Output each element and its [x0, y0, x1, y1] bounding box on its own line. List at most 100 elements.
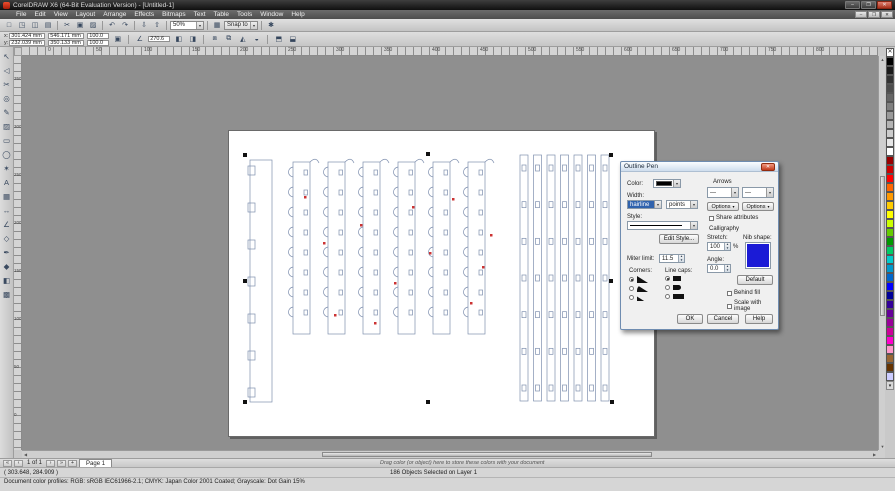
- node-mark[interactable]: [470, 302, 473, 305]
- shape-comb-strip[interactable]: [327, 161, 346, 335]
- shape-panel-slot[interactable]: [548, 164, 554, 172]
- shape-comb-hook[interactable]: [344, 158, 355, 164]
- selection-handle[interactable]: [243, 279, 247, 283]
- color-swatch[interactable]: [886, 246, 894, 255]
- shape-panel-slot[interactable]: [602, 164, 608, 172]
- shape-comb-slot[interactable]: [443, 289, 448, 296]
- shape-comb-tooth[interactable]: [428, 286, 434, 298]
- shape-comb-hook[interactable]: [414, 158, 425, 164]
- zoom-tool[interactable]: ◎: [1, 91, 13, 105]
- shape-comb-tooth[interactable]: [288, 266, 294, 278]
- shape-panel-slot[interactable]: [562, 274, 567, 282]
- shape-panel-slot[interactable]: [535, 347, 540, 355]
- export-icon[interactable]: ⇧: [151, 20, 163, 31]
- dialog-close-button[interactable]: ✕: [761, 162, 775, 171]
- print-icon[interactable]: ▤: [42, 20, 54, 31]
- selection-handle[interactable]: [426, 400, 430, 404]
- color-swatch[interactable]: [886, 201, 894, 210]
- horizontal-scroll-thumb[interactable]: [322, 452, 652, 457]
- shape-comb-tooth[interactable]: [323, 206, 329, 218]
- shape-comb-tooth[interactable]: [358, 306, 364, 318]
- shape-left-strip-notch[interactable]: [247, 387, 256, 398]
- shape-comb-slot[interactable]: [478, 169, 483, 176]
- shape-panel-slot[interactable]: [589, 274, 594, 282]
- mirror-horizontal-icon[interactable]: ◧: [173, 34, 184, 45]
- color-swatch[interactable]: [886, 255, 894, 264]
- no-color-swatch[interactable]: ✕: [886, 48, 894, 57]
- shape-comb-tooth[interactable]: [428, 206, 434, 218]
- color-swatch[interactable]: [886, 120, 894, 129]
- node-mark[interactable]: [412, 206, 415, 209]
- shape-panel-slot[interactable]: [589, 237, 594, 245]
- shape-panel-strip[interactable]: [533, 154, 542, 402]
- shape-panel-slot[interactable]: [589, 347, 594, 355]
- shape-comb-slot[interactable]: [338, 249, 343, 256]
- first-page-button[interactable]: «: [3, 459, 12, 467]
- shape-comb-hook[interactable]: [379, 158, 390, 164]
- shape-comb-slot[interactable]: [373, 289, 378, 296]
- node-mark[interactable]: [452, 198, 455, 201]
- shape-comb-slot[interactable]: [408, 309, 413, 316]
- color-swatch[interactable]: [886, 291, 894, 300]
- last-page-button[interactable]: »: [57, 459, 67, 467]
- shape-panel-slot[interactable]: [589, 384, 594, 392]
- shape-comb-slot[interactable]: [408, 189, 413, 196]
- shape-panel-slot[interactable]: [535, 201, 540, 209]
- shape-comb-slot[interactable]: [408, 209, 413, 216]
- node-mark[interactable]: [334, 314, 337, 317]
- dimension-tool[interactable]: ↔: [1, 203, 13, 217]
- shape-comb-tooth[interactable]: [393, 186, 399, 198]
- vertical-scrollbar[interactable]: ▲ ▼: [878, 56, 885, 450]
- document-restore-button[interactable]: ❐: [868, 11, 880, 18]
- shape-panel-slot[interactable]: [575, 237, 581, 245]
- snap-icon[interactable]: ▦: [211, 20, 223, 31]
- color-swatch[interactable]: [886, 156, 894, 165]
- shape-panel-slot[interactable]: [562, 237, 567, 245]
- shape-panel-slot[interactable]: [548, 347, 554, 355]
- shape-comb-slot[interactable]: [303, 289, 308, 296]
- document-minimize-button[interactable]: –: [855, 11, 867, 18]
- shape-panel-slot[interactable]: [562, 311, 567, 319]
- shape-panel-slot[interactable]: [535, 164, 540, 172]
- cap-round-option[interactable]: [665, 285, 681, 290]
- options-icon[interactable]: ✱: [265, 20, 277, 31]
- shape-comb-hook[interactable]: [484, 158, 495, 164]
- shape-panel-strip[interactable]: [573, 154, 583, 402]
- shape-comb-slot[interactable]: [373, 169, 378, 176]
- node-mark[interactable]: [304, 196, 307, 199]
- color-swatch[interactable]: [886, 75, 894, 84]
- shape-comb-tooth[interactable]: [358, 286, 364, 298]
- shape-comb-tooth[interactable]: [288, 226, 294, 238]
- node-mark[interactable]: [360, 224, 363, 227]
- node-mark[interactable]: [323, 242, 326, 245]
- shape-panel-slot[interactable]: [535, 237, 540, 245]
- cancel-button[interactable]: Cancel: [707, 314, 739, 324]
- width-field[interactable]: 546.171 mm: [48, 32, 85, 39]
- table-tool[interactable]: ▦: [1, 189, 13, 203]
- corner-miter-option[interactable]: [629, 276, 648, 283]
- spinner-arrows-icon[interactable]: ▲ ▼: [724, 243, 730, 250]
- shape-comb-strip[interactable]: [397, 161, 416, 335]
- color-swatch[interactable]: [886, 327, 894, 336]
- shape-panel-slot[interactable]: [548, 384, 554, 392]
- shape-panel-slot[interactable]: [535, 311, 540, 319]
- shape-panel-slot[interactable]: [602, 347, 608, 355]
- shape-comb-slot[interactable]: [303, 209, 308, 216]
- shape-comb-tooth[interactable]: [358, 226, 364, 238]
- shape-comb-slot[interactable]: [443, 209, 448, 216]
- node-mark[interactable]: [374, 322, 377, 325]
- spinner-arrows-icon[interactable]: ▲ ▼: [724, 265, 730, 272]
- zoom-level-select[interactable]: 50% ▾: [170, 20, 204, 30]
- default-button[interactable]: Default: [737, 275, 773, 285]
- shape-comb-slot[interactable]: [408, 249, 413, 256]
- mirror-vertical-icon[interactable]: ◨: [187, 34, 198, 45]
- shape-panel-slot[interactable]: [521, 201, 527, 209]
- style-dropdown[interactable]: ▾: [627, 221, 698, 230]
- shape-panel-slot[interactable]: [562, 201, 567, 209]
- shape-comb-tooth[interactable]: [288, 186, 294, 198]
- shape-comb-slot[interactable]: [338, 189, 343, 196]
- arrow-end-dropdown[interactable]: — ▾: [742, 187, 774, 198]
- shape-panel-slot[interactable]: [575, 347, 581, 355]
- shape-comb-slot[interactable]: [478, 269, 483, 276]
- shape-comb-slot[interactable]: [303, 189, 308, 196]
